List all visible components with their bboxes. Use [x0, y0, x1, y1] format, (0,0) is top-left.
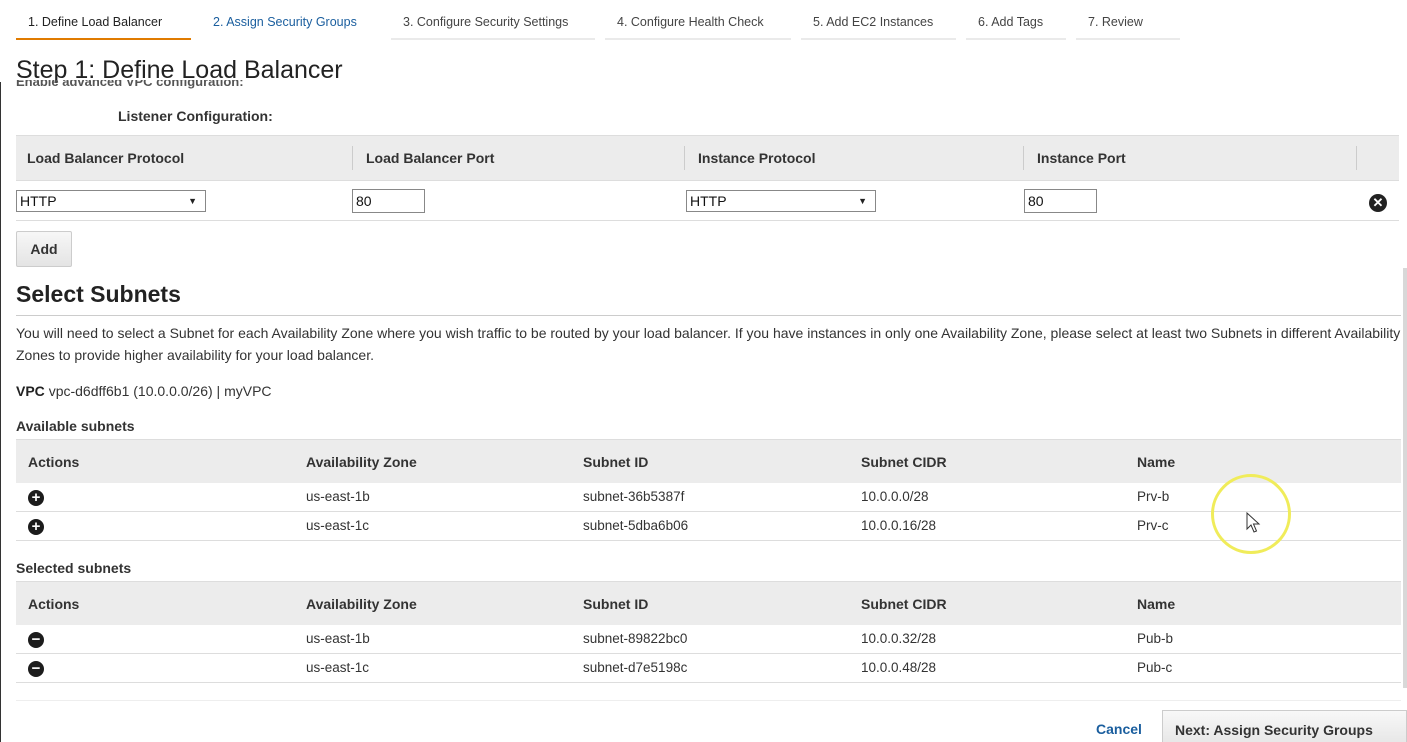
- tab-add-ec2-instances[interactable]: 5. Add EC2 Instances: [801, 8, 956, 40]
- table-row: + us-east-1b subnet-36b5387f 10.0.0.0/28…: [16, 483, 1401, 512]
- advanced-vpc-label: Enable advanced VPC configuration:: [16, 80, 244, 89]
- tab-configure-health-check[interactable]: 4. Configure Health Check: [605, 8, 791, 40]
- tab-add-tags[interactable]: 6. Add Tags: [966, 8, 1066, 40]
- add-subnet-icon[interactable]: +: [28, 519, 44, 535]
- name-cell: Prv-c: [1137, 518, 1169, 533]
- vpc-value: vpc-d6dff6b1 (10.0.0.0/26) | myVPC: [48, 383, 272, 399]
- name-cell: Prv-b: [1137, 489, 1170, 504]
- available-subnets-header: Actions Availability Zone Subnet ID Subn…: [16, 439, 1401, 483]
- listener-table-header: Load Balancer Protocol Load Balancer Por…: [16, 135, 1399, 181]
- column-divider: [1356, 146, 1357, 170]
- header-actions: Actions: [28, 596, 80, 612]
- header-availability-zone: Availability Zone: [306, 596, 417, 612]
- selected-subnets-header: Actions Availability Zone Subnet ID Subn…: [16, 581, 1401, 625]
- footer-divider: [16, 700, 1401, 701]
- subnet-id-cell: subnet-d7e5198c: [583, 660, 688, 675]
- add-subnet-icon[interactable]: +: [28, 490, 44, 506]
- header-instance-protocol: Instance Protocol: [698, 150, 816, 166]
- header-availability-zone: Availability Zone: [306, 454, 417, 470]
- table-row: − us-east-1b subnet-89822bc0 10.0.0.32/2…: [16, 625, 1401, 654]
- scrollbar[interactable]: [1403, 268, 1407, 688]
- header-name: Name: [1137, 454, 1176, 470]
- add-listener-button[interactable]: Add: [16, 231, 72, 267]
- table-row: − us-east-1c subnet-d7e5198c 10.0.0.48/2…: [16, 654, 1401, 683]
- cidr-cell: 10.0.0.32/28: [861, 631, 937, 646]
- header-actions: Actions: [28, 454, 80, 470]
- column-divider: [352, 146, 353, 170]
- select-subnets-title: Select Subnets: [16, 281, 181, 307]
- table-row: + us-east-1c subnet-5dba6b06 10.0.0.16/2…: [16, 512, 1401, 541]
- listener-configuration-label: Listener Configuration:: [118, 108, 273, 124]
- tab-configure-security-settings[interactable]: 3. Configure Security Settings: [391, 8, 595, 40]
- header-subnet-cidr: Subnet CIDR: [861, 596, 947, 612]
- remove-listener-icon[interactable]: ✕: [1369, 194, 1387, 212]
- cidr-cell: 10.0.0.0/28: [861, 489, 929, 504]
- tab-define-load-balancer[interactable]: 1. Define Load Balancer: [16, 8, 191, 40]
- available-subnets-label: Available subnets: [16, 418, 135, 434]
- instance-protocol-select[interactable]: HTTP ▼: [686, 190, 876, 212]
- header-lb-port: Load Balancer Port: [366, 150, 495, 166]
- dropdown-arrow-icon: ▼: [188, 196, 197, 206]
- cidr-cell: 10.0.0.16/28: [861, 518, 937, 533]
- tab-review[interactable]: 7. Review: [1076, 8, 1180, 40]
- tab-assign-security-groups[interactable]: 2. Assign Security Groups: [201, 8, 381, 40]
- mouse-cursor-icon: [1246, 512, 1261, 533]
- column-divider: [684, 146, 685, 170]
- name-cell: Pub-c: [1137, 660, 1173, 675]
- left-border: [0, 82, 1, 742]
- remove-subnet-icon[interactable]: −: [28, 632, 44, 648]
- lb-protocol-select[interactable]: HTTP ▼: [16, 190, 206, 212]
- header-name: Name: [1137, 596, 1176, 612]
- zone-cell: us-east-1c: [306, 660, 370, 675]
- header-lb-protocol: Load Balancer Protocol: [27, 150, 185, 166]
- vpc-label: VPC: [16, 383, 45, 399]
- subnet-id-cell: subnet-36b5387f: [583, 489, 685, 504]
- dropdown-arrow-icon: ▼: [858, 196, 867, 206]
- listener-row: HTTP ▼ 80 HTTP ▼ 80 ✕: [16, 181, 1399, 221]
- column-divider: [1023, 146, 1024, 170]
- cancel-link[interactable]: Cancel: [1096, 721, 1142, 737]
- remove-subnet-icon[interactable]: −: [28, 661, 44, 677]
- header-subnet-cidr: Subnet CIDR: [861, 454, 947, 470]
- zone-cell: us-east-1c: [306, 518, 370, 533]
- instance-port-input[interactable]: 80: [1024, 189, 1097, 213]
- divider: [16, 315, 1401, 316]
- wizard-steps: 1. Define Load Balancer 2. Assign Securi…: [0, 0, 1407, 42]
- subnets-description: You will need to select a Subnet for eac…: [16, 325, 1401, 363]
- selected-subnets-label: Selected subnets: [16, 560, 132, 576]
- next-button[interactable]: Next: Assign Security Groups: [1162, 710, 1407, 742]
- header-subnet-id: Subnet ID: [583, 596, 649, 612]
- cidr-cell: 10.0.0.48/28: [861, 660, 937, 675]
- vpc-info: VPC vpc-d6dff6b1 (10.0.0.0/26) | myVPC: [16, 383, 272, 399]
- subnet-id-cell: subnet-89822bc0: [583, 631, 688, 646]
- header-subnet-id: Subnet ID: [583, 454, 649, 470]
- header-instance-port: Instance Port: [1037, 150, 1126, 166]
- zone-cell: us-east-1b: [306, 631, 370, 646]
- name-cell: Pub-b: [1137, 631, 1174, 646]
- zone-cell: us-east-1b: [306, 489, 370, 504]
- subnet-id-cell: subnet-5dba6b06: [583, 518, 689, 533]
- lb-port-input[interactable]: 80: [352, 189, 425, 213]
